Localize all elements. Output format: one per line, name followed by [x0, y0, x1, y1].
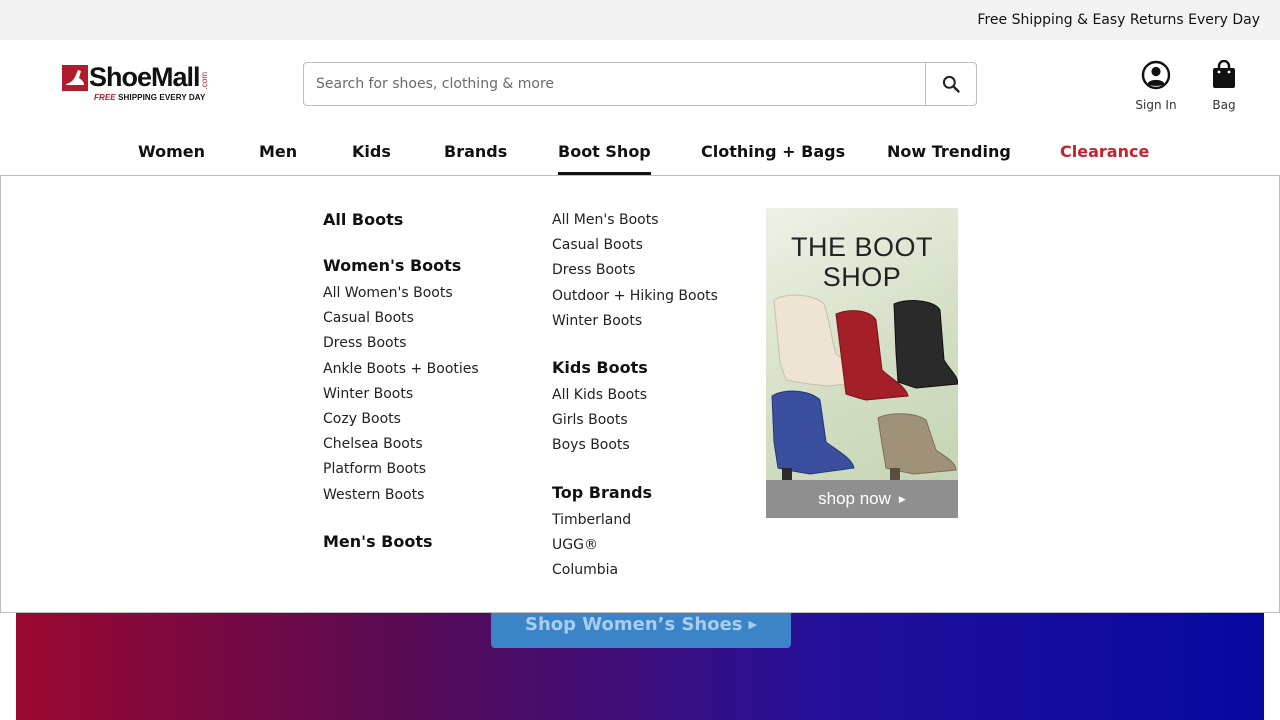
menu-link[interactable]: Casual Boots [552, 235, 718, 260]
boot-shop-mega-menu: All Boots Women's Boots All Women's Boot… [0, 175, 1280, 613]
promo-title-line-2: SHOP [822, 262, 902, 292]
nav-brands[interactable]: Brands [444, 142, 507, 176]
menu-link[interactable]: Cozy Boots [323, 409, 479, 434]
shop-now-label: shop now [818, 489, 891, 508]
boot-shop-promo-tile[interactable]: THE BOOT SHOP shop now ▶ [766, 208, 958, 518]
logo-tag-free: FREE [94, 93, 116, 102]
menu-link[interactable]: All Women's Boots [323, 283, 479, 308]
search-button[interactable] [925, 63, 976, 105]
search-bar [303, 62, 977, 106]
menu-link[interactable]: Boys Boots [552, 435, 718, 460]
menu-link[interactable]: UGG® [552, 535, 718, 560]
nav-now-trending[interactable]: Now Trending [887, 142, 1011, 176]
menu-column-1: All Boots Women's Boots All Women's Boot… [323, 210, 479, 556]
promo-tile-title: THE BOOT SHOP [766, 232, 958, 292]
site-header: ShoeMall .com FREE SHIPPING EVERY DAY Si… [0, 40, 1280, 176]
menu-link[interactable]: All Men's Boots [552, 210, 718, 235]
bag-label: Bag [1212, 98, 1236, 112]
logo-tag-rest: SHIPPING EVERY DAY [115, 93, 206, 102]
menu-link[interactable]: Western Boots [323, 485, 479, 510]
menu-link[interactable]: Dress Boots [552, 260, 718, 285]
menu-link[interactable]: Columbia [552, 560, 718, 585]
shop-now-button[interactable]: shop now ▶ [766, 480, 958, 518]
promo-bar: Free Shipping & Easy Returns Every Day [0, 0, 1280, 40]
menu-column-2: All Men's Boots Casual Boots Dress Boots… [552, 210, 718, 585]
menu-link[interactable]: Timberland [552, 510, 718, 535]
search-icon [942, 75, 960, 93]
menu-heading-mens-boots[interactable]: Men's Boots [323, 532, 479, 556]
nav-clearance[interactable]: Clearance [1060, 142, 1149, 176]
nav-boot-shop[interactable]: Boot Shop [558, 142, 651, 176]
menu-link[interactable]: Ankle Boots + Booties [323, 359, 479, 384]
shopping-bag-icon [1213, 60, 1235, 88]
logo-wordmark: ShoeMall [89, 62, 201, 92]
sign-in-label: Sign In [1135, 98, 1177, 112]
search-input[interactable] [304, 63, 925, 105]
menu-heading-kids-boots[interactable]: Kids Boots [552, 358, 718, 382]
menu-link[interactable]: Dress Boots [323, 333, 479, 358]
shoemall-logo[interactable]: ShoeMall .com FREE SHIPPING EVERY DAY [62, 64, 222, 108]
nav-women[interactable]: Women [138, 142, 205, 176]
logo-com: .com [199, 71, 209, 89]
sign-in-button[interactable]: Sign In [1121, 60, 1191, 112]
menu-link[interactable]: Chelsea Boots [323, 434, 479, 459]
menu-link[interactable]: Platform Boots [323, 459, 479, 484]
main-nav: Women Men Kids Brands Boot Shop Clothing… [0, 136, 1280, 176]
nav-clothing-bags[interactable]: Clothing + Bags [701, 142, 845, 176]
shoemall-logo-mark-icon [62, 65, 88, 91]
menu-link[interactable]: Outdoor + Hiking Boots [552, 286, 718, 311]
menu-heading-womens-boots[interactable]: Women's Boots [323, 256, 479, 280]
bag-button[interactable]: Bag [1189, 60, 1259, 112]
nav-men[interactable]: Men [259, 142, 297, 176]
user-icon [1141, 60, 1171, 90]
promo-text: Free Shipping & Easy Returns Every Day [977, 12, 1260, 28]
boots-illustration [771, 294, 958, 480]
caret-right-icon: ▶ [748, 617, 757, 631]
menu-heading-top-brands[interactable]: Top Brands [552, 483, 718, 507]
menu-link[interactable]: Casual Boots [323, 308, 479, 333]
promo-title-line-1: THE BOOT [790, 232, 933, 262]
hero-button-label: Shop Women’s Shoes [524, 613, 743, 635]
caret-right-icon: ▶ [898, 493, 906, 504]
menu-heading-all-boots[interactable]: All Boots [323, 210, 479, 234]
menu-link[interactable]: Winter Boots [552, 311, 718, 336]
menu-link[interactable]: Winter Boots [323, 384, 479, 409]
menu-link[interactable]: All Kids Boots [552, 385, 718, 410]
logo-tagline: FREE SHIPPING EVERY DAY [94, 93, 222, 102]
menu-link[interactable]: Girls Boots [552, 410, 718, 435]
nav-kids[interactable]: Kids [352, 142, 391, 176]
